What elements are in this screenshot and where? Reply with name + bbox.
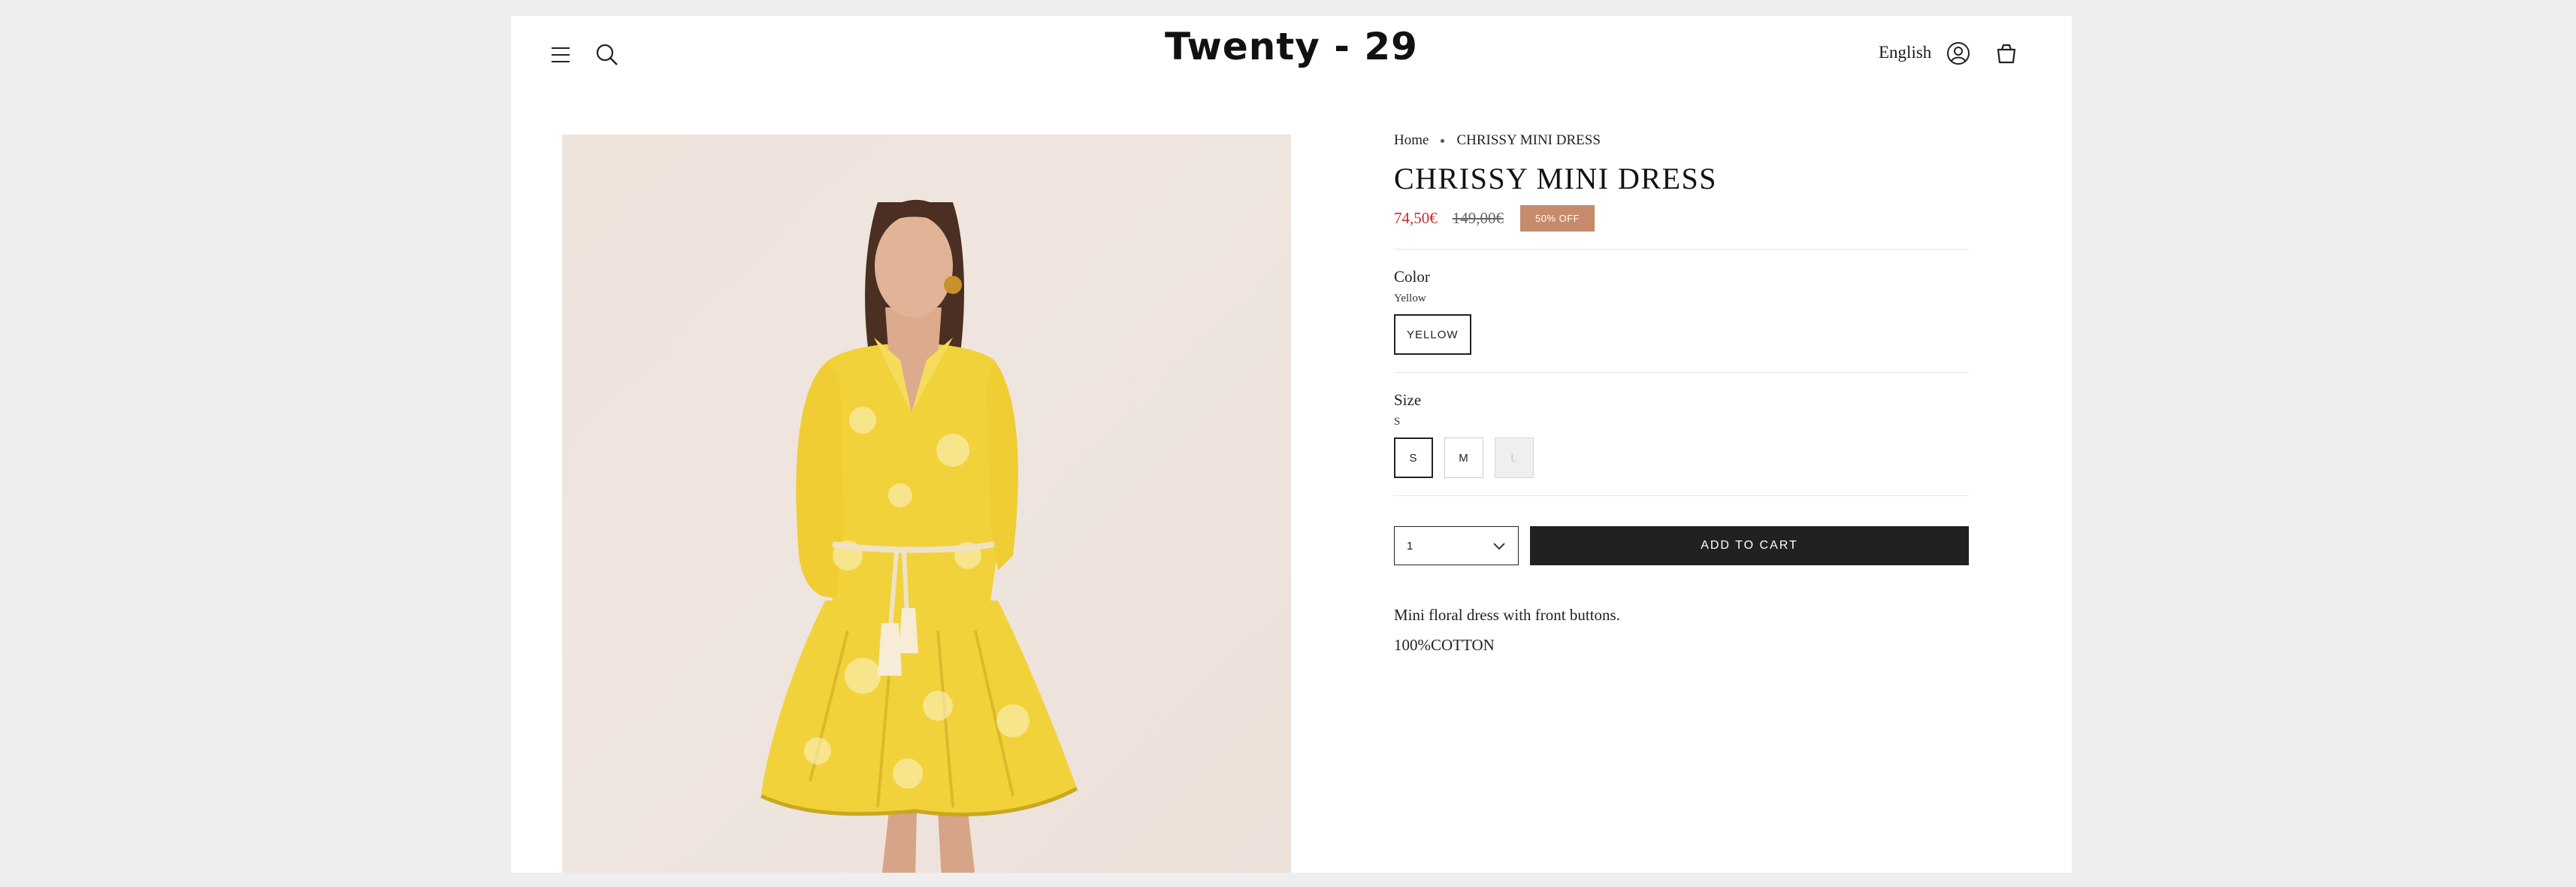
size-label: Size (1394, 391, 1422, 409)
language-selector[interactable]: English (1879, 43, 1931, 62)
breadcrumb: Home CHRISSY MINI DRESS (1394, 132, 1969, 149)
size-option-l[interactable]: L (1495, 437, 1534, 478)
add-to-cart-button[interactable]: ADD TO CART (1530, 526, 1969, 565)
sale-price: 74,50€ (1394, 209, 1438, 227)
quantity-select[interactable]: 1 (1394, 526, 1519, 565)
breadcrumb-current: CHRISSY MINI DRESS (1456, 132, 1601, 148)
size-option-s[interactable]: S (1394, 437, 1433, 478)
color-label: Color (1394, 268, 1430, 286)
chevron-down-icon (1493, 543, 1505, 550)
site-logo[interactable]: Twenty - 29 (511, 25, 2072, 68)
account-icon[interactable] (1939, 34, 1978, 73)
original-price: 149,00€ (1452, 209, 1504, 227)
size-option-m[interactable]: M (1444, 437, 1483, 478)
divider (1394, 495, 1969, 496)
product-title: CHRISSY MINI DRESS (1394, 162, 1718, 195)
product-description: Mini floral dress with front buttons. (1394, 606, 1620, 624)
page: Twenty - 29 English Home CHRISSY MINI DR… (511, 16, 2072, 873)
price-row: 74,50€ 149,00€ 50% OFF (1394, 205, 1969, 232)
breadcrumb-home-link[interactable]: Home (1394, 132, 1429, 149)
size-options: S M L (1394, 437, 1969, 478)
color-option-yellow[interactable]: YELLOW (1394, 314, 1471, 355)
discount-badge: 50% OFF (1520, 205, 1595, 232)
size-selected-value: S (1394, 416, 1401, 428)
color-selected-value: Yellow (1394, 292, 1426, 304)
product-photo-illustration (760, 199, 1078, 873)
product-material: 100%COTTON (1394, 636, 1495, 654)
quantity-value: 1 (1407, 539, 1413, 552)
product-image[interactable] (562, 135, 1291, 873)
color-options: YELLOW (1394, 314, 1969, 355)
divider (1394, 372, 1969, 373)
purchase-row: 1 ADD TO CART (1394, 526, 1969, 565)
product-info: Home CHRISSY MINI DRESS CHRISSY MINI DRE… (1394, 132, 1969, 655)
divider (1394, 249, 1969, 250)
breadcrumb-separator (1441, 138, 1445, 143)
cart-icon[interactable] (1987, 34, 2026, 73)
